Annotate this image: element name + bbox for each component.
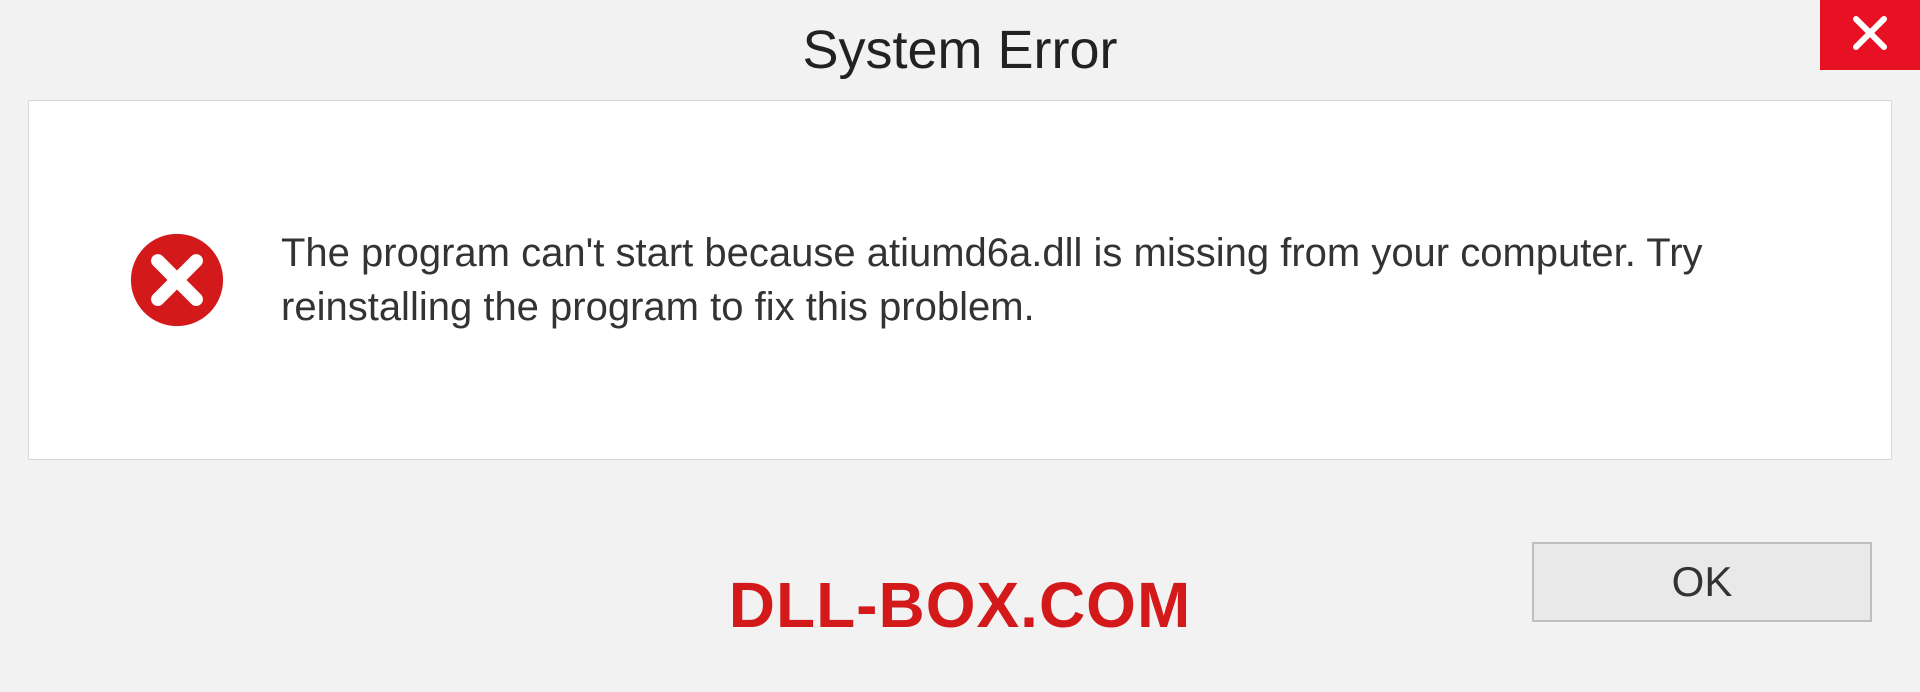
titlebar: System Error [0,0,1920,90]
dialog-footer: DLL-BOX.COM OK [0,492,1920,692]
dialog-message: The program can't start because atiumd6a… [281,226,1851,334]
ok-button[interactable]: OK [1532,542,1872,622]
error-icon [129,232,225,328]
dialog-content: The program can't start because atiumd6a… [28,100,1892,460]
watermark-text: DLL-BOX.COM [729,568,1192,642]
close-button[interactable] [1820,0,1920,70]
dialog-title: System Error [802,19,1117,81]
close-icon [1850,13,1890,58]
